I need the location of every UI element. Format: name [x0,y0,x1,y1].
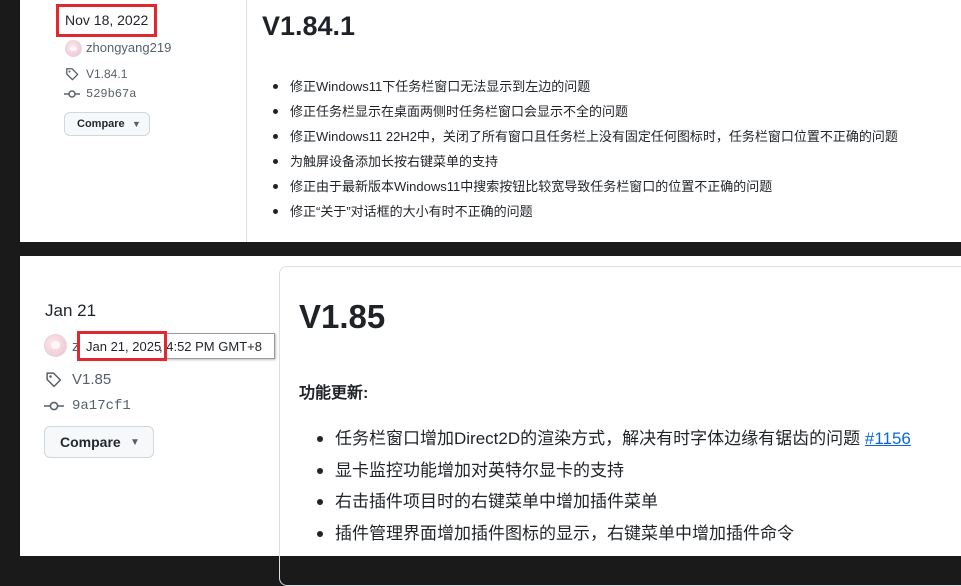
release-notes-top: 修正Windows11下任务栏窗口无法显示到左边的问题 修正任务栏显示在桌面两侧… [271,78,898,228]
chevron-down-icon: ▼ [132,119,141,129]
list-item: 修正“关于”对话框的大小有时不正确的问题 [271,203,898,228]
compare-label: Compare [60,434,121,450]
commit-hash-bottom[interactable]: 9a17cf1 [72,397,131,415]
avatar-bottom[interactable] [44,334,67,357]
release-notes-bottom: 任务栏窗口增加Direct2D的渲染方式，解决有时字体边缘有锯齿的问题 #115… [316,428,911,554]
tag-label-top[interactable]: V1.84.1 [86,67,127,82]
release-date-top[interactable]: Nov 18, 2022 [65,11,148,29]
compare-button-bottom[interactable]: Compare ▼ [44,426,154,458]
author-name-top[interactable]: zhongyang219 [86,40,171,56]
tag-icon [66,68,79,81]
column-divider-top [246,0,247,242]
release-title-top[interactable]: V1.84.1 [262,10,355,42]
list-item: 任务栏窗口增加Direct2D的渲染方式，解决有时字体边缘有锯齿的问题 #115… [316,428,911,460]
tag-label-bottom[interactable]: V1.85 [72,370,111,389]
compare-label: Compare [77,118,125,130]
avatar-top[interactable] [65,40,82,57]
list-item: 修正Windows11下任务栏窗口无法显示到左边的问题 [271,78,898,103]
date-highlight-bottom [77,331,167,361]
list-item: 右击插件项目时的右键菜单中增加插件菜单 [316,491,911,523]
commit-hash-top[interactable]: 529b67a [86,87,136,102]
list-item: 为触屏设备添加长按右键菜单的支持 [271,153,898,178]
release-date-bottom[interactable]: Jan 21 [45,300,96,322]
issue-link[interactable]: #1156 [865,429,911,448]
tag-icon [46,372,62,388]
list-item: 显卡监控功能增加对英特尔显卡的支持 [316,460,911,492]
list-item: 修正由于最新版本Windows11中搜索按钮比较宽导致任务栏窗口的位置不正确的问… [271,178,898,203]
tooltip-time: , 4:52 PM GMT+8 [159,339,262,354]
note-text: 任务栏窗口增加Direct2D的渲染方式，解决有时字体边缘有锯齿的问题 [335,429,865,448]
section-heading: 功能更新: [299,385,369,402]
release-title-bottom[interactable]: V1.85 [299,298,385,336]
commit-icon [44,401,64,411]
compare-button-top[interactable]: Compare ▼ [64,112,150,136]
chevron-down-icon: ▼ [130,437,140,448]
list-item: 修正Windows11 22H2中，关闭了所有窗口且任务栏上没有固定任何图标时，… [271,128,898,153]
list-item: 修正任务栏显示在桌面两侧时任务栏窗口会显示不全的问题 [271,103,898,128]
list-item: 插件管理界面增加插件图标的显示，右键菜单中增加插件命令 [316,523,911,555]
commit-icon [64,90,80,98]
